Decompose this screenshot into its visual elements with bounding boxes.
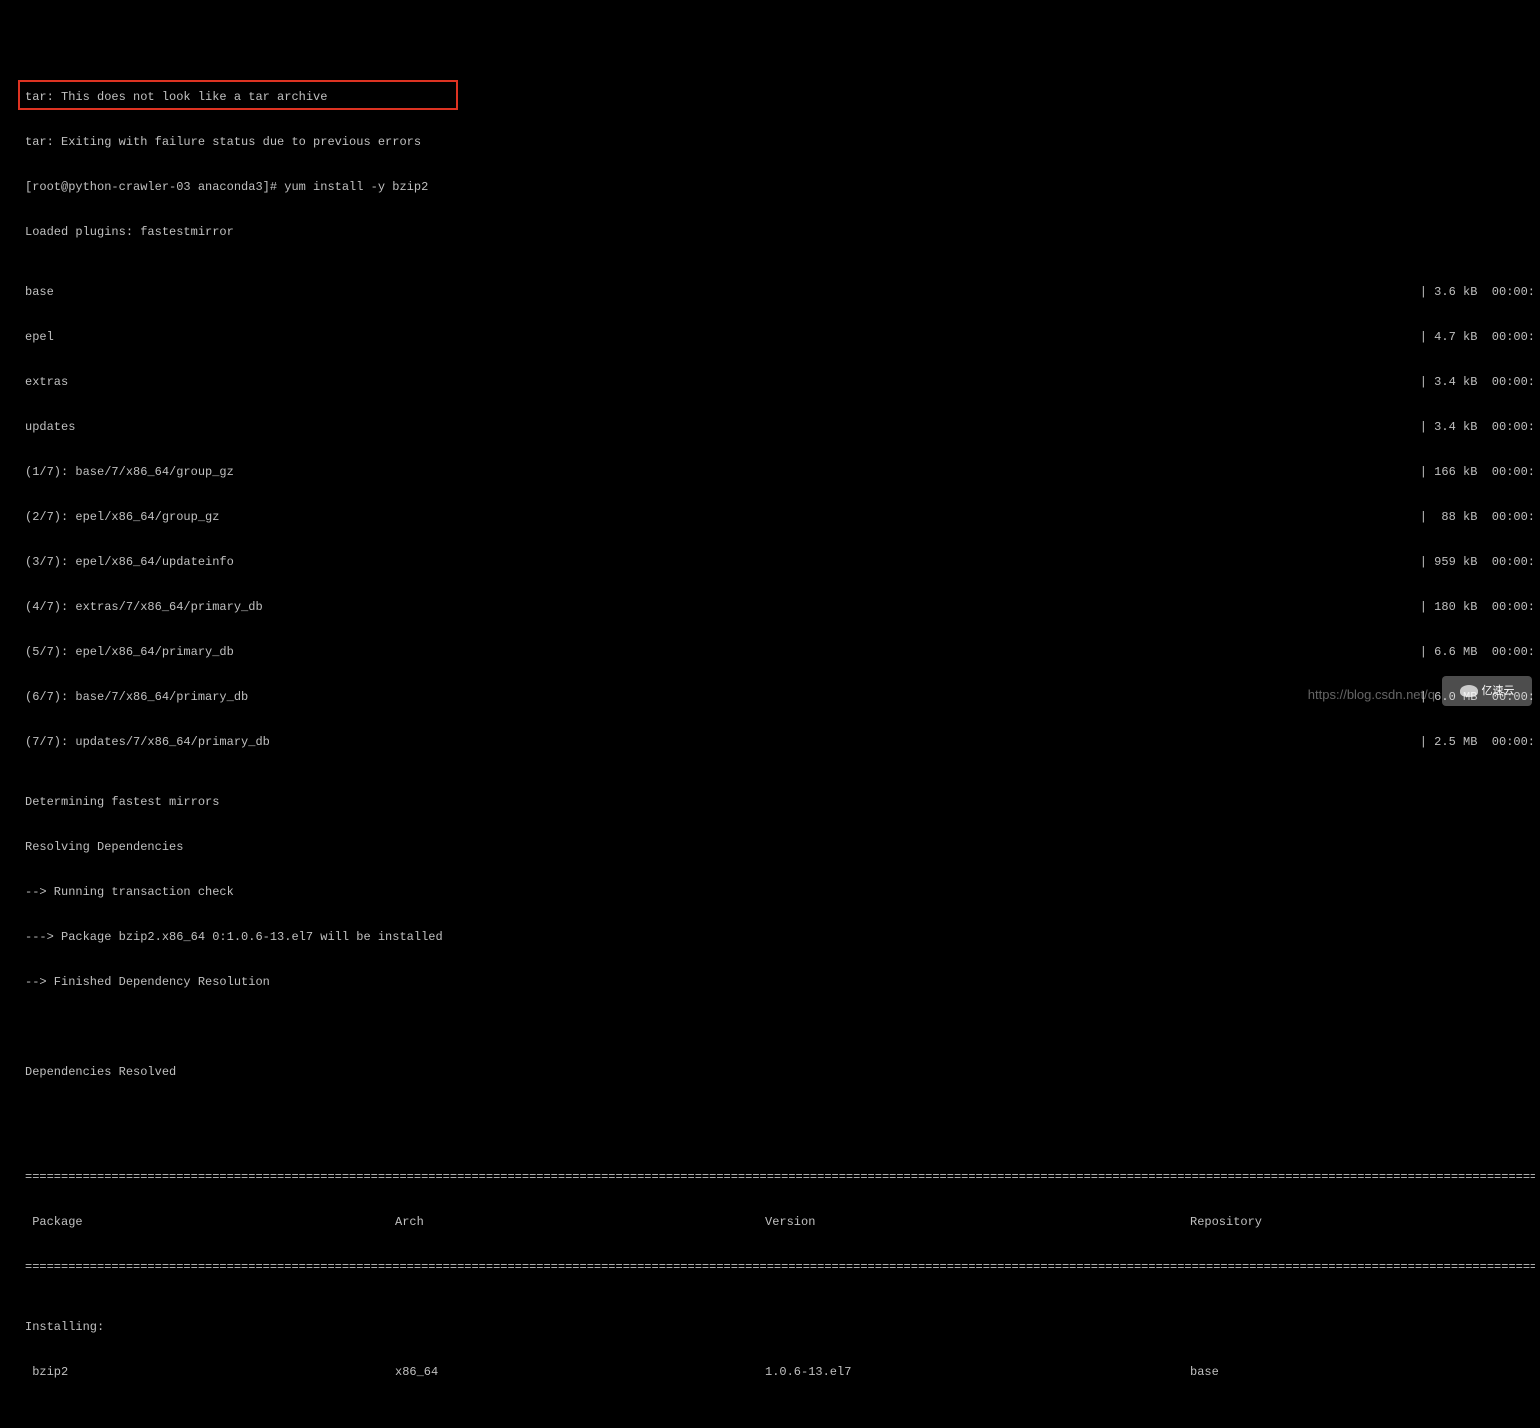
cell-version: 1.0.6-13.el7: [765, 1365, 1190, 1380]
repo-line: (5/7): epel/x86_64/primary_db| 6.6 MB 00…: [25, 645, 1535, 660]
watermark-logo: 亿速云: [1442, 676, 1532, 706]
cloud-icon: [1460, 685, 1478, 697]
watermark-brand: 亿速云: [1482, 684, 1515, 699]
line: Dependencies Resolved: [25, 1065, 1535, 1080]
separator: ========================================…: [25, 1260, 1535, 1275]
line: [25, 1020, 1535, 1035]
repo-line: epel| 4.7 kB 00:00:: [25, 330, 1535, 345]
command-line: [root@python-crawler-03 anaconda3]# yum …: [25, 180, 1535, 195]
line: tar: Exiting with failure status due to …: [25, 135, 1535, 150]
repo-line: (1/7): base/7/x86_64/group_gz| 166 kB 00…: [25, 465, 1535, 480]
col-arch: Arch: [395, 1215, 765, 1230]
line: Resolving Dependencies: [25, 840, 1535, 855]
line: ---> Package bzip2.x86_64 0:1.0.6-13.el7…: [25, 930, 1535, 945]
line: --> Running transaction check: [25, 885, 1535, 900]
cell-package: bzip2: [25, 1365, 395, 1380]
line: [25, 1110, 1535, 1125]
line: --> Finished Dependency Resolution: [25, 975, 1535, 990]
line: Determining fastest mirrors: [25, 795, 1535, 810]
watermark-url: https://blog.csdn.net/q: [1308, 687, 1435, 702]
repo-line: (2/7): epel/x86_64/group_gz| 88 kB 00:00…: [25, 510, 1535, 525]
table-row: bzip2 x86_64 1.0.6-13.el7 base: [25, 1365, 1535, 1380]
line: tar: This does not look like a tar archi…: [25, 90, 1535, 105]
repo-line: base| 3.6 kB 00:00:: [25, 285, 1535, 300]
line: [25, 1425, 1535, 1428]
cell-repository: base: [1190, 1365, 1535, 1380]
line: Loaded plugins: fastestmirror: [25, 225, 1535, 240]
repo-line: (7/7): updates/7/x86_64/primary_db| 2.5 …: [25, 735, 1535, 750]
col-repository: Repository: [1190, 1215, 1535, 1230]
repo-line: updates| 3.4 kB 00:00:: [25, 420, 1535, 435]
repo-line: (4/7): extras/7/x86_64/primary_db| 180 k…: [25, 600, 1535, 615]
col-version: Version: [765, 1215, 1190, 1230]
separator: ========================================…: [25, 1170, 1535, 1185]
line: Installing:: [25, 1320, 1535, 1335]
repo-line: extras| 3.4 kB 00:00:: [25, 375, 1535, 390]
terminal-output[interactable]: tar: This does not look like a tar archi…: [0, 60, 1540, 1428]
table-header: Package Arch Version Repository: [25, 1215, 1535, 1230]
col-package: Package: [25, 1215, 395, 1230]
cell-arch: x86_64: [395, 1365, 765, 1380]
repo-line: (3/7): epel/x86_64/updateinfo| 959 kB 00…: [25, 555, 1535, 570]
